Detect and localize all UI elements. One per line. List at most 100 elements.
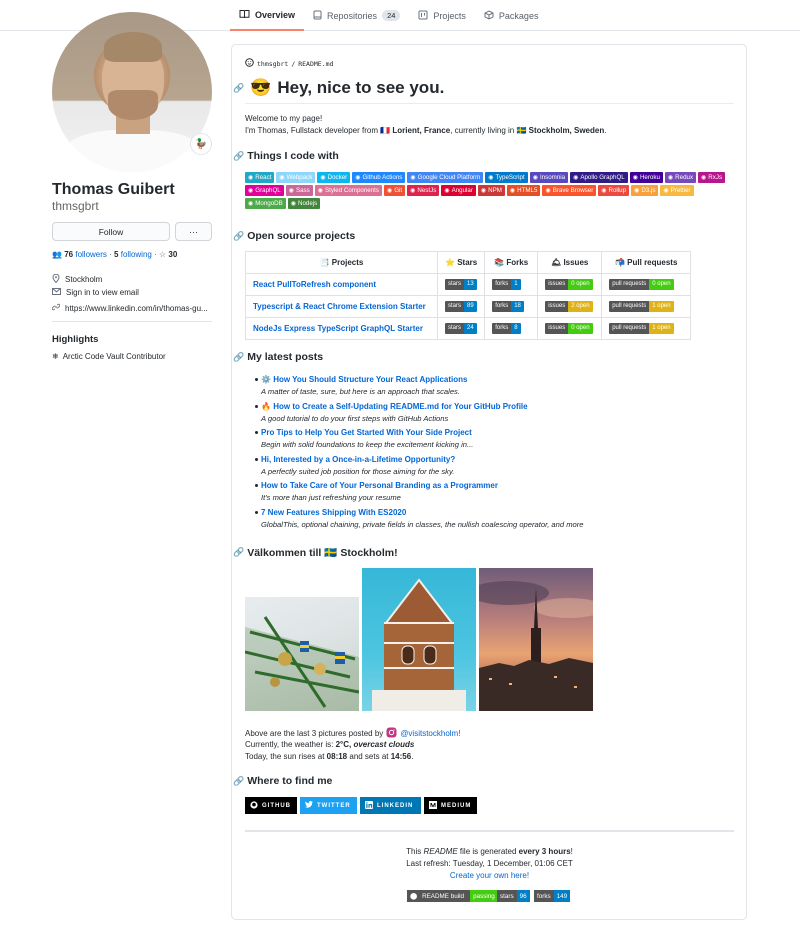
status-emoji[interactable]: 🦆 — [190, 133, 212, 155]
followers-link[interactable]: 76 followers — [64, 250, 107, 259]
follow-stats: 👥 76 followers · 5 following · ☆ 30 — [52, 250, 178, 259]
instagram-photo-1[interactable] — [245, 597, 359, 711]
post-title-link[interactable]: 7 New Features Shipping With ES2020 — [261, 508, 406, 517]
footer-forks-badge[interactable]: forks 149 — [534, 890, 571, 902]
tech-badge: ◉ TypeScript — [485, 172, 528, 183]
tech-logo-icon: ◉ — [634, 188, 640, 194]
post-title-link[interactable]: Pro Tips to Help You Get Started With Yo… — [261, 428, 472, 437]
col-pull-requests: 📬 Pull requests — [601, 251, 692, 274]
anchor-link-icon[interactable]: 🔗 — [233, 83, 244, 94]
tech-logo-icon: ◉ — [248, 188, 254, 194]
duck-icon: 🦆 — [194, 138, 208, 150]
pull-requests-badge[interactable]: pull requests 1 open — [609, 323, 674, 334]
location-icon — [52, 273, 60, 285]
tech-badge: ◉ Git — [383, 185, 406, 196]
post-title-link[interactable]: How to Create a Self-Updating README.md … — [273, 402, 527, 411]
project-link[interactable]: React PullToRefresh component — [253, 280, 376, 289]
stars-badge[interactable]: stars 24 — [445, 323, 477, 334]
footer-stars-badge[interactable]: stars 96 — [497, 890, 530, 902]
tab-overview[interactable]: Overview — [230, 0, 305, 31]
profile-login: thmsgbrt — [52, 199, 99, 213]
table-row: NodeJs Express TypeScript GraphQL Starte… — [245, 317, 692, 340]
more-options-button[interactable]: ··· — [175, 222, 212, 241]
highlight-label: Arctic Code Vault Contributor — [62, 352, 166, 361]
forks-badge[interactable]: forks 8 — [492, 323, 521, 334]
readme-build-badge[interactable]: ⬤ README build passing — [407, 890, 498, 902]
section-posts-title: 🔗 My latest posts — [233, 351, 324, 363]
tech-badge: ◉ GraphQL — [245, 185, 284, 196]
project-link[interactable]: Typescript & React Chrome Extension Star… — [253, 302, 426, 311]
stars-badge[interactable]: stars 13 — [445, 279, 477, 290]
tech-badge: ◉ HTML5 — [506, 185, 541, 196]
col-projects: 📑 Projects — [245, 251, 438, 274]
tab-projects[interactable]: Projects — [409, 0, 475, 31]
tab-overview-label: Overview — [255, 9, 296, 20]
pull-requests-badge[interactable]: pull requests 0 open — [609, 279, 674, 290]
instagram-photo-3[interactable] — [479, 568, 593, 711]
issues-badge[interactable]: issues 2 open — [545, 301, 593, 312]
anchor-link-icon[interactable]: 🔗 — [233, 231, 244, 242]
anchor-link-icon[interactable]: 🔗 — [233, 547, 244, 558]
tab-repositories[interactable]: Repositories 24 — [304, 0, 409, 31]
table-row: Typescript & React Chrome Extension Star… — [245, 295, 692, 318]
tech-badge: ◉ Redux — [664, 172, 697, 183]
snowflake-icon: ❄ — [52, 352, 59, 361]
tech-logo-icon: ◉ — [532, 175, 538, 181]
list-item: Hi, Interested by a Once-in-a-Lifetime O… — [255, 454, 731, 477]
medium-social-link[interactable]: MEDIUM — [424, 797, 477, 814]
website-link[interactable]: https://www.linkedin.com/in/thomas-gu... — [65, 304, 208, 313]
instagram-photo-2[interactable] — [362, 568, 476, 711]
col-issues: 🛎 Issues — [537, 251, 603, 274]
github-icon — [250, 800, 258, 811]
section-code-title: 🔗 Things I code with — [233, 150, 339, 162]
table-row: React PullToRefresh component stars 13 fork… — [245, 273, 692, 296]
project-link[interactable]: NodeJs Express TypeScript GraphQL Starte… — [253, 324, 423, 333]
post-title-link[interactable]: How You Should Structure Your React Appl… — [273, 375, 467, 384]
twitter-social-link[interactable]: TWITTER — [300, 797, 357, 814]
instagram-icon — [386, 727, 397, 740]
stars-badge[interactable]: stars 89 — [445, 301, 477, 312]
tech-logo-icon: ◉ — [663, 188, 669, 194]
stars-link[interactable]: 30 — [168, 250, 177, 259]
tech-badge: ◉ NPM — [477, 185, 505, 196]
package-icon — [484, 9, 494, 22]
forks-badge[interactable]: forks 18 — [492, 301, 524, 312]
email-link[interactable]: Sign in to view email — [66, 288, 139, 297]
github-social-link[interactable]: GITHUB — [245, 797, 297, 814]
forks-badge[interactable]: forks 1 — [492, 279, 521, 290]
pull-requests-badge[interactable]: pull requests 1 open — [609, 301, 674, 312]
tech-logo-icon: ◉ — [248, 175, 254, 181]
anchor-link-icon[interactable]: 🔗 — [233, 151, 244, 162]
list-item: 🔥 How to Create a Self-Updating README.m… — [255, 401, 731, 424]
issues-badge[interactable]: issues 0 open — [545, 279, 593, 290]
anchor-link-icon[interactable]: 🔗 — [233, 776, 244, 787]
create-own-link[interactable]: Create your own here! — [450, 871, 529, 880]
post-title-link[interactable]: Hi, Interested by a Once-in-a-Lifetime O… — [261, 455, 455, 464]
list-item: ⚙️ How You Should Structure Your React A… — [255, 374, 731, 397]
tech-badge: ◉ Prettier — [660, 185, 694, 196]
following-link[interactable]: 5 following — [114, 250, 152, 259]
readme-user-link[interactable]: thmsgbrt — [257, 60, 288, 68]
issues-badge[interactable]: issues 0 open — [545, 323, 593, 334]
tech-logo-icon: ◉ — [509, 188, 516, 194]
anchor-link-icon[interactable]: 🔗 — [233, 352, 244, 363]
weather-text: Currently, the weather is: 2°C, overcast… — [245, 740, 415, 749]
twitter-icon — [305, 801, 313, 810]
tab-packages[interactable]: Packages — [475, 0, 548, 31]
avatar[interactable] — [52, 12, 212, 172]
sunglasses-icon: 😎 — [250, 78, 272, 97]
instagram-handle-link[interactable]: @visitstockholm! — [400, 729, 460, 738]
project-icon — [418, 10, 428, 22]
tech-logo-icon: ◉ — [545, 188, 551, 194]
col-stars: ⭐ Stars — [436, 251, 486, 274]
highlight-arctic-vault[interactable]: ❄ Arctic Code Vault Contributor — [52, 352, 166, 361]
linkedin-social-link[interactable]: LINKEDIN — [360, 797, 421, 814]
tech-logo-icon: ◉ — [355, 175, 361, 181]
tech-badge: ◉ Nodejs — [287, 198, 321, 209]
readme-title: 🔗 😎 Hey, nice to see you. — [233, 78, 444, 98]
sidebar-divider — [52, 321, 212, 322]
post-title-link[interactable]: How to Take Care of Your Personal Brandi… — [261, 481, 498, 490]
follow-button[interactable]: Follow — [52, 222, 170, 241]
section-find-title: 🔗 Where to find me — [233, 775, 333, 787]
tech-logo-icon: ◉ — [444, 188, 450, 194]
